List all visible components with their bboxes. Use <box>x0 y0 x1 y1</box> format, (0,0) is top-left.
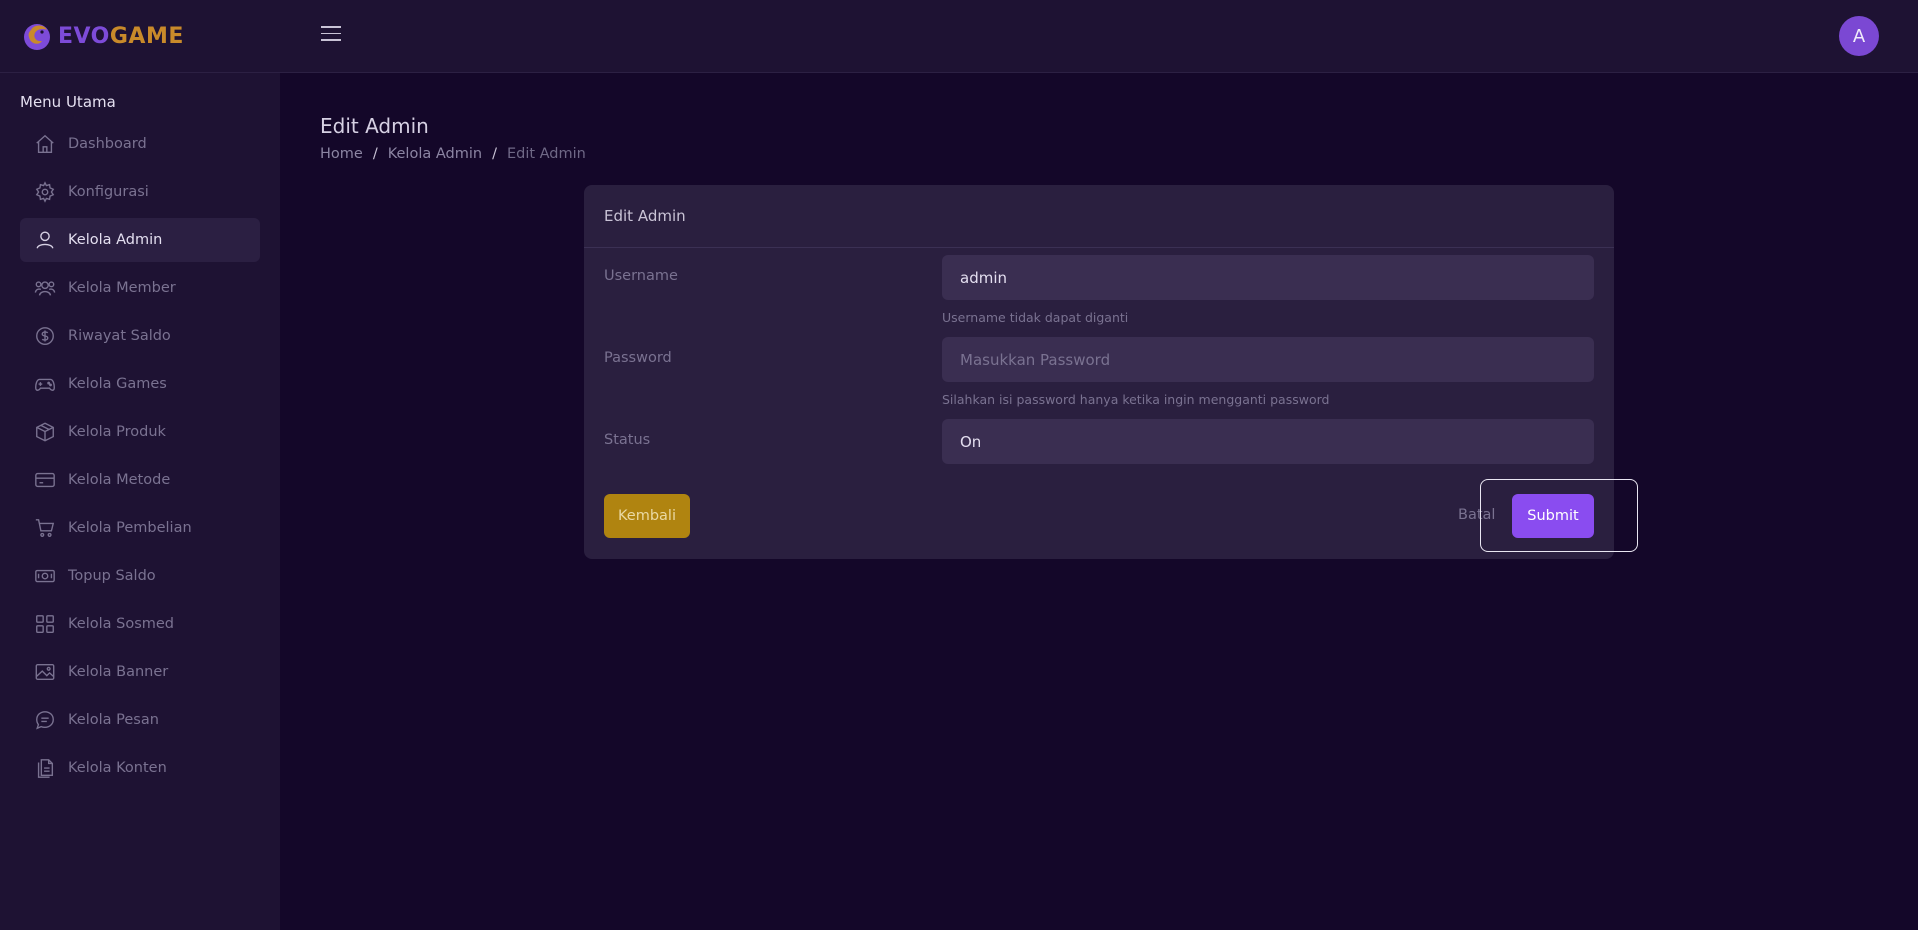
edit-admin-card: Edit Admin Username admin Username tidak… <box>584 185 1614 559</box>
sidebar-item-label: Kelola Konten <box>68 760 167 776</box>
sidebar-item-label: Kelola Sosmed <box>68 616 175 632</box>
sidebar-item-label: Konfigurasi <box>68 184 149 200</box>
sidebar: Menu Utama Dashboard Konfigurasi Kelola … <box>0 73 280 930</box>
password-label: Password <box>604 350 672 366</box>
sidebar-item-label: Kelola Games <box>68 376 167 392</box>
username-help-text: Username tidak dapat diganti <box>942 310 1129 325</box>
sidebar-item-topup-saldo[interactable]: Topup Saldo <box>20 554 260 598</box>
breadcrumb-current: Edit Admin <box>506 146 586 162</box>
submit-button[interactable]: Submit <box>1512 494 1594 538</box>
sidebar-item-kelola-konten[interactable]: Kelola Konten <box>20 746 260 790</box>
brand-name: EVOGAME <box>58 23 184 49</box>
sidebar-item-kelola-games[interactable]: Kelola Games <box>20 362 260 406</box>
hamburger-icon[interactable] <box>321 26 341 46</box>
username-field: admin <box>942 255 1594 300</box>
breadcrumb-separator: / <box>372 146 378 162</box>
users-icon <box>34 277 56 299</box>
sidebar-item-label: Kelola Metode <box>68 472 171 488</box>
gear-icon <box>34 181 56 203</box>
breadcrumb: Home / Kelola Admin / Edit Admin <box>320 146 586 162</box>
card-title: Edit Admin <box>584 185 1614 248</box>
chat-icon <box>34 709 56 731</box>
sidebar-item-kelola-pembelian[interactable]: Kelola Pembelian <box>20 506 260 550</box>
sidebar-title: Menu Utama <box>20 93 116 111</box>
cart-icon <box>34 517 56 539</box>
gamepad-icon <box>34 373 56 395</box>
sidebar-item-kelola-member[interactable]: Kelola Member <box>20 266 260 310</box>
avatar[interactable]: A <box>1839 16 1879 56</box>
cash-icon <box>34 565 56 587</box>
sidebar-item-label: Kelola Produk <box>68 424 166 440</box>
image-icon <box>34 661 56 683</box>
sidebar-item-label: Kelola Pesan <box>68 712 159 728</box>
brand-logo[interactable]: EVOGAME <box>22 20 184 52</box>
sidebar-item-label: Kelola Admin <box>68 232 163 248</box>
page-title: Edit Admin <box>320 114 429 138</box>
document-icon <box>34 757 56 779</box>
credit-card-icon <box>34 469 56 491</box>
sidebar-item-kelola-pesan[interactable]: Kelola Pesan <box>20 698 260 742</box>
sidebar-item-kelola-banner[interactable]: Kelola Banner <box>20 650 260 694</box>
sidebar-item-label: Topup Saldo <box>68 568 156 584</box>
password-help-text: Silahkan isi password hanya ketika ingin… <box>942 392 1330 407</box>
cancel-button[interactable]: Batal <box>1458 507 1495 523</box>
status-select[interactable]: On <box>942 419 1594 464</box>
sidebar-item-kelola-metode[interactable]: Kelola Metode <box>20 458 260 502</box>
sidebar-item-kelola-admin[interactable]: Kelola Admin <box>20 218 260 262</box>
sidebar-item-dashboard[interactable]: Dashboard <box>20 122 260 166</box>
breadcrumb-separator: / <box>492 146 497 162</box>
breadcrumb-kelola-admin-link[interactable]: Kelola Admin <box>388 146 482 162</box>
user-icon <box>34 229 56 251</box>
grid-icon <box>34 613 56 635</box>
sidebar-item-kelola-sosmed[interactable]: Kelola Sosmed <box>20 602 260 646</box>
top-bar: EVOGAME A <box>0 0 1918 73</box>
box-icon <box>34 421 56 443</box>
sidebar-item-label: Kelola Banner <box>68 664 169 680</box>
sidebar-item-label: Riwayat Saldo <box>68 328 171 344</box>
sidebar-item-riwayat-saldo[interactable]: Riwayat Saldo <box>20 314 260 358</box>
username-label: Username <box>604 268 678 284</box>
sidebar-item-konfigurasi[interactable]: Konfigurasi <box>20 170 260 214</box>
home-icon <box>34 133 56 155</box>
sidebar-menu: Dashboard Konfigurasi Kelola Admin Kelol… <box>20 122 260 794</box>
breadcrumb-home-link[interactable]: Home <box>320 146 363 162</box>
dragon-logo-icon <box>24 24 50 50</box>
password-field[interactable] <box>942 337 1594 382</box>
sidebar-item-label: Dashboard <box>68 136 147 152</box>
sidebar-item-kelola-produk[interactable]: Kelola Produk <box>20 410 260 454</box>
sidebar-item-label: Kelola Member <box>68 280 176 296</box>
status-label: Status <box>604 432 651 448</box>
back-button[interactable]: Kembali <box>604 494 690 538</box>
dollar-icon <box>34 325 56 347</box>
sidebar-item-label: Kelola Pembelian <box>68 520 192 536</box>
